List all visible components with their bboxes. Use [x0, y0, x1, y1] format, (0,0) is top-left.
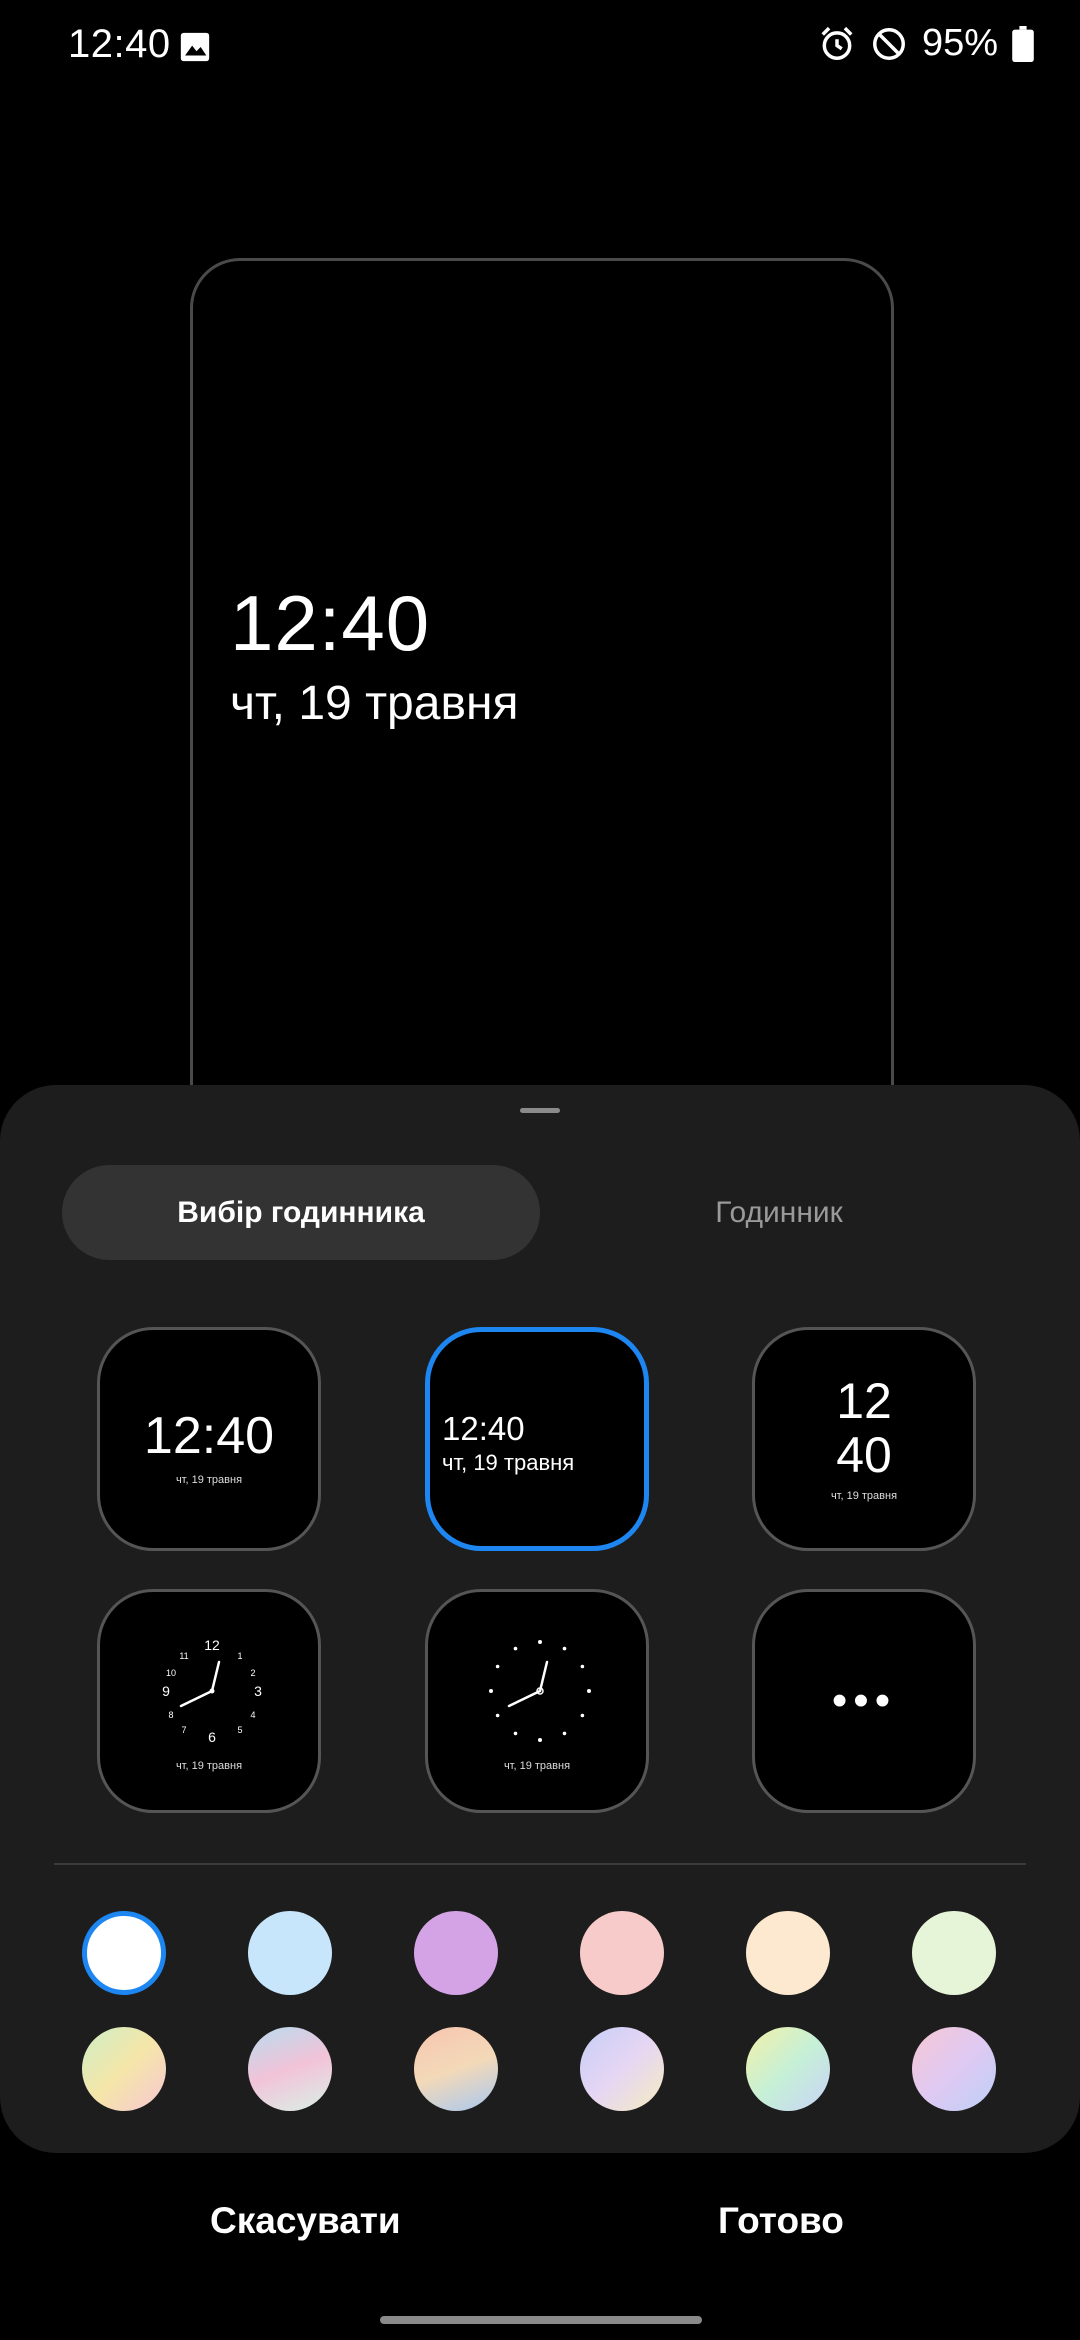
color-swatch-peach[interactable] [746, 1911, 830, 1995]
battery-icon [1012, 25, 1034, 62]
status-time: 12:40 [68, 22, 171, 66]
battery-percent: 95% [921, 22, 998, 64]
clock-style-date: чт, 19 травня [503, 1760, 571, 1772]
preview-clock-date: чт, 19 травня [230, 677, 519, 730]
color-swatch-gradient-6[interactable] [912, 2027, 996, 2111]
more-icon: ••• [831, 1676, 897, 1725]
clock-style-analog-dots[interactable]: чт, 19 травня [425, 1589, 649, 1813]
color-swatch-white[interactable] [82, 1911, 166, 1995]
more-clock-styles-button[interactable]: ••• [752, 1589, 976, 1813]
clock-settings-sheet: Вибір годинника Годинник 12:40 чт, 19 тр… [0, 1085, 1080, 2153]
color-swatch-gradient-4[interactable] [580, 2027, 664, 2111]
done-button[interactable]: Готово [718, 2200, 844, 2242]
gallery-icon [180, 32, 210, 62]
clock-style-date: чт, 19 травня [442, 1450, 575, 1475]
dial-number-9: 9 [162, 1683, 170, 1699]
dial-number-1: 1 [237, 1651, 242, 1661]
color-swatch-lavender[interactable] [414, 1911, 498, 1995]
drag-handle[interactable] [520, 1108, 560, 1113]
cancel-button[interactable]: Скасувати [210, 2200, 401, 2242]
clock-style-date: чт, 19 травня [175, 1760, 243, 1772]
dial-number-5: 5 [237, 1725, 242, 1735]
do-not-disturb-icon [872, 27, 905, 60]
dial-number-7: 7 [181, 1725, 186, 1735]
clock-style-digital-left[interactable]: 12:40 чт, 19 травня [425, 1327, 649, 1551]
dial-number-6: 6 [208, 1729, 216, 1745]
color-swatch-gradient-1[interactable] [82, 2027, 166, 2111]
clock-style-digital-stacked[interactable]: 12 40 чт, 19 травня [752, 1327, 976, 1551]
analog-clock-numbers-icon: 12 1 2 3 4 5 6 7 8 9 10 11 [162, 1637, 262, 1745]
dial-number-3: 3 [254, 1683, 262, 1699]
clock-style-digital-centered[interactable]: 12:40 чт, 19 травня [97, 1327, 321, 1551]
home-indicator[interactable] [380, 2316, 702, 2324]
color-swatch-gradient-5[interactable] [746, 2027, 830, 2111]
dial-number-12: 12 [204, 1637, 220, 1653]
color-swatch-light-blue[interactable] [248, 1911, 332, 1995]
status-icons: 95% [818, 22, 1034, 65]
clock-style-time: 12:40 [442, 1410, 525, 1447]
alarm-icon [821, 26, 853, 60]
color-swatch-gradient-2[interactable] [248, 2027, 332, 2111]
color-swatch-gradient-3[interactable] [414, 2027, 498, 2111]
clock-style-minute: 40 [836, 1427, 892, 1483]
analog-clock-dots-icon [489, 1640, 591, 1742]
tab-clock-picker[interactable]: Вибір годинника [62, 1165, 540, 1260]
clock-style-time: 12:40 [143, 1407, 275, 1465]
clock-style-date: чт, 19 травня [175, 1474, 243, 1486]
dial-number-11: 11 [179, 1651, 188, 1661]
tab-clock[interactable]: Годинник [540, 1165, 1018, 1260]
preview-clock-time: 12:40 [230, 579, 431, 667]
color-swatch-pink[interactable] [580, 1911, 664, 1995]
divider [54, 1863, 1026, 1865]
color-swatch-mint[interactable] [912, 1911, 996, 1995]
dial-number-10: 10 [166, 1668, 176, 1678]
clock-style-date: чт, 19 травня [830, 1490, 898, 1502]
dial-number-2: 2 [250, 1668, 255, 1678]
clock-style-analog-numbers[interactable]: 12 1 2 3 4 5 6 7 8 9 10 11 чт, 19 травня [97, 1589, 321, 1813]
clock-style-hour: 12 [836, 1373, 892, 1429]
status-bar: 12:40 95% [0, 0, 1080, 96]
dial-number-8: 8 [168, 1710, 173, 1720]
dial-number-4: 4 [250, 1710, 255, 1720]
